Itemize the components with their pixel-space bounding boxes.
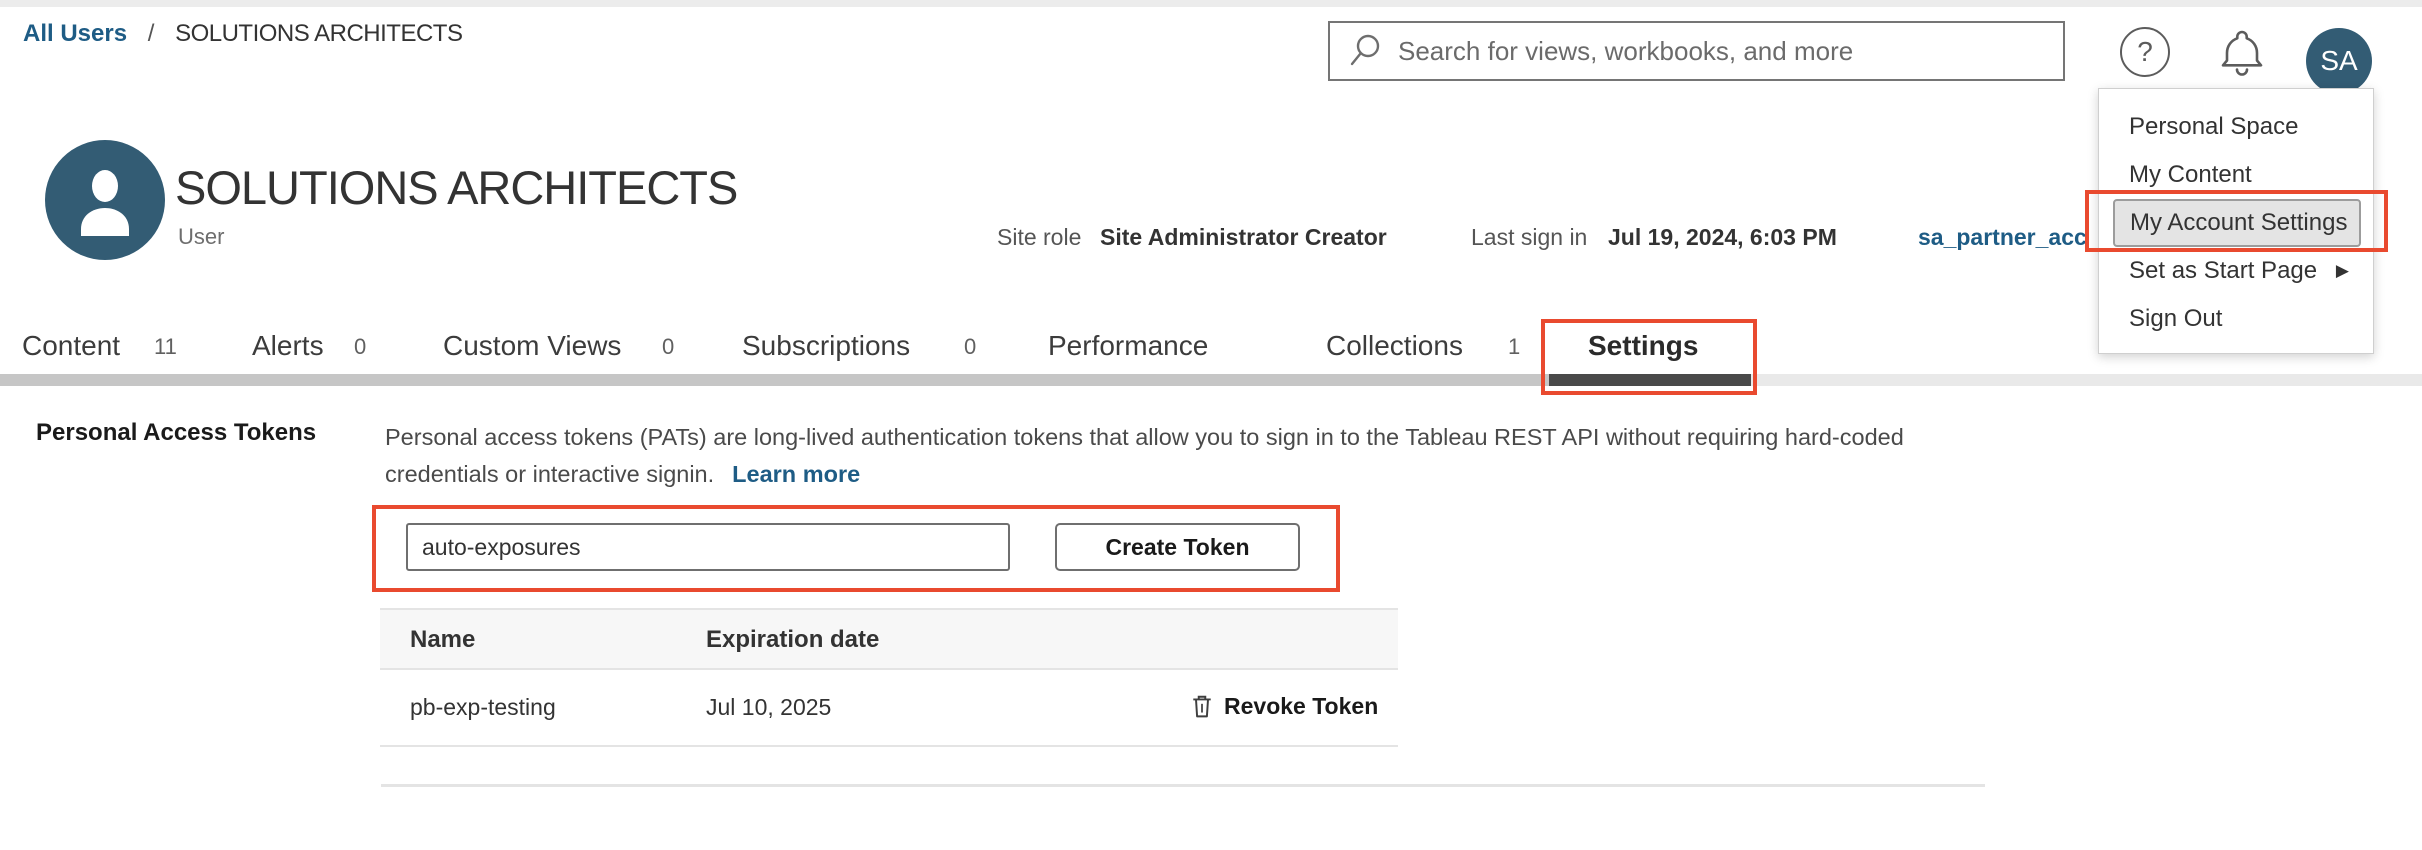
section-label: Personal Access Tokens [36,419,316,447]
breadcrumb-separator: / [148,20,155,47]
tab-custom-views[interactable]: Custom Views [443,330,621,362]
bell-icon [2216,25,2268,86]
help-button[interactable]: ? [2120,27,2170,77]
page: All Users / SOLUTIONS ARCHITECTS ? SA [0,0,2422,850]
tab-settings[interactable]: Settings [1588,330,1698,362]
table-header-name: Name [410,626,475,654]
tab-content-count: 11 [154,334,177,360]
search-input[interactable] [1396,35,2063,68]
pat-description-line2-text: credentials or interactive signin. [385,461,714,487]
tab-subscriptions[interactable]: Subscriptions [742,330,910,362]
menu-item-my-content[interactable]: My Content [2099,151,2373,199]
tab-custom-views-count: 0 [662,334,674,360]
tab-settings-underline [1549,374,1751,386]
breadcrumb-all-users-link[interactable]: All Users [23,20,127,47]
user-type-label: User [178,224,224,250]
token-name-cell: pb-exp-testing [410,694,556,721]
person-icon [45,140,165,260]
avatar-initials: SA [2320,45,2357,77]
tokens-table: Name Expiration date pb-exp-testing Jul … [380,608,1398,747]
submenu-arrow-icon: ▶ [2336,247,2349,295]
create-token-button[interactable]: Create Token [1055,523,1300,571]
profile-avatar [45,140,165,260]
menu-item-sign-out[interactable]: Sign Out [2099,295,2373,343]
learn-more-link[interactable]: Learn more [732,461,860,487]
site-role-value: Site Administrator Creator [1100,222,1387,252]
user-avatar-button[interactable]: SA [2306,28,2372,94]
search-icon [1348,33,1382,69]
section-divider [381,784,1985,787]
menu-item-set-start-page[interactable]: Set as Start Page ▶ [2099,247,2373,295]
breadcrumb-current: SOLUTIONS ARCHITECTS [175,20,462,47]
tab-bar-track-right [1751,374,2422,386]
pat-description: Personal access tokens (PATs) are long-l… [385,419,1985,493]
tokens-table-header: Name Expiration date [380,608,1398,670]
tab-collections[interactable]: Collections [1326,330,1463,362]
revoke-token-button[interactable]: Revoke Token [1180,692,1378,720]
pat-description-line1: Personal access tokens (PATs) are long-l… [385,419,1985,456]
tab-performance[interactable]: Performance [1048,330,1208,362]
token-expiration-cell: Jul 10, 2025 [706,694,831,721]
top-strip [0,0,2422,7]
site-role-label: Site role [997,222,1081,252]
token-row: pb-exp-testing Jul 10, 2025 Revoke Token [380,670,1398,747]
last-sign-in-value: Jul 19, 2024, 6:03 PM [1608,222,1837,252]
help-icon: ? [2137,36,2153,68]
account-menu: Personal Space My Content Set as Start P… [2098,88,2374,354]
search-box [1328,21,2065,81]
menu-item-my-account-settings[interactable]: My Account Settings [2113,199,2361,247]
notifications-button[interactable] [2216,25,2268,86]
menu-item-personal-space[interactable]: Personal Space [2099,103,2373,151]
menu-item-set-start-page-label: Set as Start Page [2129,257,2317,284]
revoke-token-label: Revoke Token [1224,693,1378,720]
tab-collections-count: 1 [1508,334,1520,360]
last-sign-in-label: Last sign in [1471,222,1587,252]
trash-icon [1190,692,1214,720]
token-name-input[interactable] [406,523,1010,571]
tab-bar-track [0,374,1549,386]
username-link-clip: sa_partner_accou [1918,222,2085,252]
breadcrumb: All Users / SOLUTIONS ARCHITECTS [23,20,462,48]
tab-content[interactable]: Content [22,330,120,362]
tab-subscriptions-count: 0 [964,334,976,360]
tab-alerts-count: 0 [354,334,366,360]
tab-alerts[interactable]: Alerts [252,330,324,362]
page-title: SOLUTIONS ARCHITECTS [175,160,737,215]
pat-description-line2: credentials or interactive signin. Learn … [385,456,1985,493]
username-link[interactable]: sa_partner_accou [1918,224,2085,250]
table-header-expiration: Expiration date [706,626,879,654]
